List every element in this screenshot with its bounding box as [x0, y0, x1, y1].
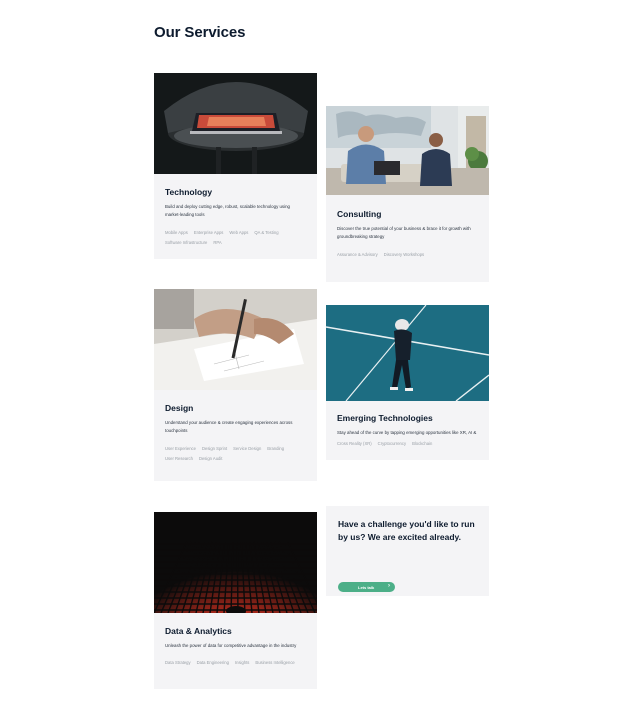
tag-list: Assurance & Advisory Discovery Workshops [337, 251, 478, 259]
service-card-emerging-technologies[interactable]: Emerging Technologies Stay ahead of the … [326, 305, 489, 460]
chevron-right-icon: › [388, 583, 390, 589]
tag-list: Cross Reality (XR) Cryptocurrency Blockc… [337, 440, 478, 448]
tag-list: Data Strategy Data Engineering Insights … [165, 659, 306, 667]
tag[interactable]: QA & Testing [254, 229, 278, 237]
card-title: Data & Analytics [165, 626, 232, 636]
service-card-technology[interactable]: Technology Build and deploy cutting edge… [154, 73, 317, 259]
tag[interactable]: User Experience [165, 445, 196, 453]
tag[interactable]: Software Infrastructure [165, 239, 207, 247]
tag[interactable]: Mobile Apps [165, 229, 188, 237]
tag[interactable]: Insights [235, 659, 249, 667]
tag[interactable]: Discovery Workshops [384, 251, 424, 259]
card-description: Build and deploy cutting edge, robust, s… [165, 204, 290, 218]
tag[interactable]: Enterprise Apps [194, 229, 224, 237]
page-title: Our Services [154, 24, 246, 41]
tag[interactable]: Data Engineering [197, 659, 229, 667]
tag[interactable]: Web Apps [229, 229, 248, 237]
tag[interactable]: Design Audit [199, 455, 223, 463]
tag[interactable]: RPA [213, 239, 221, 247]
tag-list: Mobile Apps Enterprise Apps Web Apps QA … [165, 229, 306, 247]
service-card-data-analytics[interactable]: Data & Analytics Unleash the power of da… [154, 512, 317, 689]
card-description: Unleash the power of data for competitiv… [165, 643, 297, 648]
service-card-design[interactable]: Design Understand your audience & create… [154, 289, 317, 481]
tag[interactable]: User Research [165, 455, 193, 463]
button-label: Lets talk [358, 584, 375, 590]
tag[interactable]: Cryptocurrency [378, 440, 406, 448]
lets-talk-button[interactable]: Lets talk › [338, 582, 395, 592]
card-title: Consulting [337, 209, 382, 219]
card-title: Emerging Technologies [337, 413, 433, 423]
card-description: Discover the true potential of your busi… [337, 226, 471, 240]
tag[interactable]: Cross Reality (XR) [337, 440, 372, 448]
tag[interactable]: Business Intelligence [255, 659, 294, 667]
tag[interactable]: Blockchain [412, 440, 432, 448]
tag[interactable]: Service Design [233, 445, 261, 453]
card-title: Technology [165, 187, 213, 197]
card-description: Understand your audience & create engagi… [165, 420, 293, 434]
emerging-technologies-image [326, 305, 489, 401]
consulting-image [326, 106, 489, 195]
cta-heading: Have a challenge you'd like to run by us… [338, 519, 475, 542]
technology-image [154, 73, 317, 174]
design-image [154, 289, 317, 390]
tag[interactable]: Assurance & Advisory [337, 251, 378, 259]
service-card-consulting[interactable]: Consulting Discover the true potential o… [326, 106, 489, 282]
tag-list: User Experience Design Sprint Service De… [165, 445, 306, 463]
data-analytics-image [154, 512, 317, 613]
card-title: Design [165, 403, 194, 413]
tag[interactable]: Data Strategy [165, 659, 191, 667]
tag[interactable]: Branding [267, 445, 284, 453]
tag[interactable]: Design Sprint [202, 445, 227, 453]
card-description: Stay ahead of the curve by tapping emerg… [337, 430, 477, 435]
